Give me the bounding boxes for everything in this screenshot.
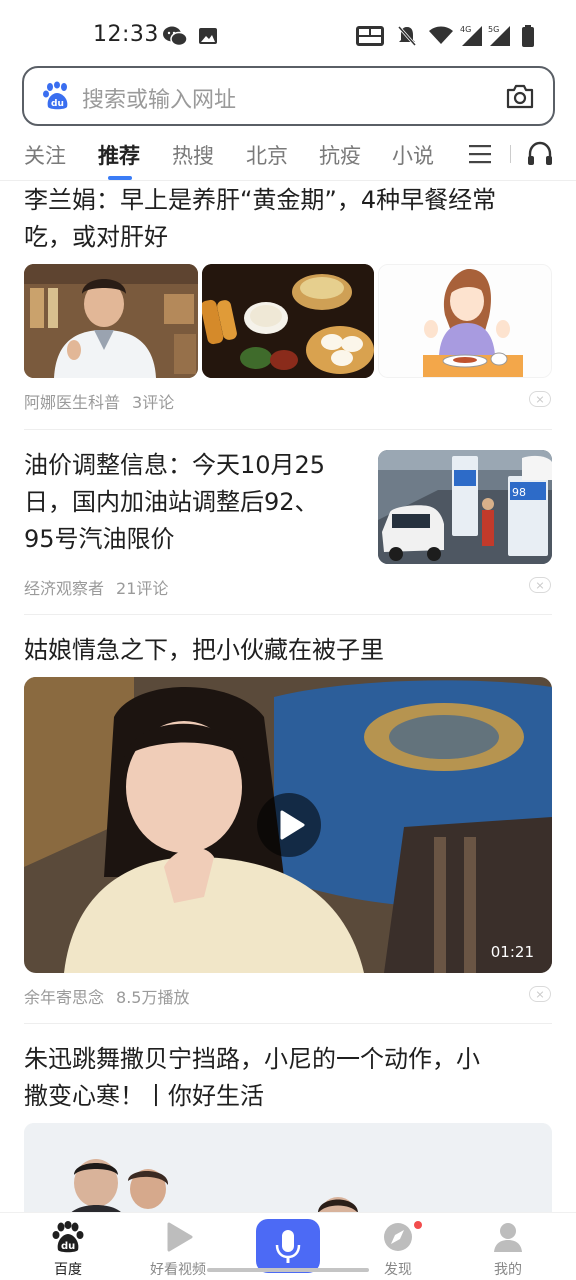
- menu-icon[interactable]: [469, 144, 491, 164]
- article-image-gas-station[interactable]: 98: [378, 450, 552, 564]
- nav-label: 百度: [54, 1262, 82, 1278]
- nav-label: 发现: [384, 1262, 412, 1278]
- headphones-icon[interactable]: [526, 141, 554, 167]
- video-player[interactable]: 01:21: [24, 677, 552, 973]
- article-meta: 阿娜医生科普 3评论: [24, 389, 174, 413]
- nav-baidu[interactable]: du 百度: [28, 1221, 108, 1279]
- nav-label: 好看视频: [150, 1262, 206, 1278]
- article-image-breakfast[interactable]: [202, 264, 374, 378]
- status-time: 12:33: [93, 22, 159, 47]
- gas-station-image: 98: [378, 450, 552, 564]
- article-meta: 经济观察者 21评论: [24, 575, 168, 599]
- baidu-paw-icon: du: [43, 81, 68, 110]
- microphone-icon: [275, 1230, 301, 1263]
- article-source[interactable]: 阿娜医生科普: [24, 393, 120, 412]
- play-button[interactable]: [257, 793, 321, 857]
- video-play-icon: [167, 1222, 193, 1252]
- article-comments[interactable]: 21评论: [116, 579, 168, 598]
- dismiss-icon[interactable]: [529, 577, 551, 593]
- mute-bell-icon: [397, 26, 417, 46]
- article-image-show[interactable]: [24, 1123, 552, 1223]
- tab-anti-epidemic[interactable]: 抗疫: [319, 140, 361, 170]
- svg-text:du: du: [61, 1241, 75, 1252]
- camera-icon[interactable]: [505, 82, 535, 110]
- notification-dot: [414, 1221, 422, 1229]
- home-indicator[interactable]: [207, 1268, 369, 1272]
- tab-follow[interactable]: 关注: [24, 140, 66, 170]
- nav-haokan-video[interactable]: 好看视频: [138, 1221, 218, 1279]
- svg-text:5G: 5G: [488, 25, 499, 34]
- video-meta: 余年寄思念 8.5万播放: [24, 984, 189, 1008]
- nav-me[interactable]: 我的: [468, 1221, 548, 1279]
- tab-beijing[interactable]: 北京: [246, 140, 288, 170]
- voice-search-button[interactable]: [256, 1219, 320, 1273]
- profile-icon: [494, 1223, 522, 1252]
- dismiss-icon[interactable]: [529, 986, 551, 1002]
- video-duration: 01:21: [490, 943, 534, 961]
- nav-label: 我的: [494, 1262, 522, 1278]
- volte-icon: [356, 26, 384, 46]
- signal-5g-icon: 5G: [487, 25, 510, 46]
- search-placeholder[interactable]: 搜索或输入网址: [82, 82, 236, 114]
- tab-novel[interactable]: 小说: [392, 140, 434, 170]
- cartoon-woman-image: [379, 265, 551, 377]
- article-image-illustration[interactable]: [378, 264, 552, 378]
- search-box[interactable]: du 搜索或输入网址: [22, 66, 555, 126]
- tab-recommend[interactable]: 推荐: [98, 140, 140, 170]
- article-title[interactable]: 朱迅跳舞撒贝宁挡路，小尼的一个动作，小 撒变心寒！丨你好生活: [24, 1041, 554, 1115]
- video-source[interactable]: 余年寄思念: [24, 988, 104, 1007]
- svg-text:98: 98: [512, 486, 526, 499]
- article-source[interactable]: 经济观察者: [24, 579, 104, 598]
- video-title[interactable]: 姑娘情急之下，把小伙藏在被子里: [24, 632, 552, 669]
- compass-icon: [384, 1223, 412, 1251]
- signal-4g-icon: 4G: [459, 25, 482, 46]
- tab-hot-search[interactable]: 热搜: [172, 140, 214, 170]
- doctor-image: [24, 264, 198, 378]
- play-icon: [280, 810, 305, 840]
- status-bar: 12:33 4G 5G: [0, 0, 576, 66]
- wechat-icon: [163, 26, 188, 47]
- nav-discover[interactable]: 发现: [358, 1221, 438, 1279]
- article-title[interactable]: 李兰娟：早上是养肝“黄金期”，4种早餐经常 吃，或对肝好: [24, 182, 554, 256]
- article-image-doctor[interactable]: [24, 264, 198, 378]
- video-plays: 8.5万播放: [116, 988, 190, 1007]
- svg-text:4G: 4G: [460, 25, 471, 34]
- svg-text:du: du: [51, 99, 64, 109]
- tab-divider: [510, 145, 511, 163]
- baidu-paw-icon: du: [52, 1221, 84, 1253]
- wifi-icon: [429, 26, 453, 44]
- show-image: [24, 1123, 552, 1223]
- battery-icon: [522, 25, 534, 47]
- dismiss-icon[interactable]: [529, 391, 551, 407]
- breakfast-image: [202, 264, 374, 378]
- gallery-icon: [199, 28, 217, 44]
- article-comments[interactable]: 3评论: [132, 393, 174, 412]
- article-title[interactable]: 油价调整信息：今天10月25 日，国内加油站调整后92、 95号汽油限价: [24, 447, 374, 558]
